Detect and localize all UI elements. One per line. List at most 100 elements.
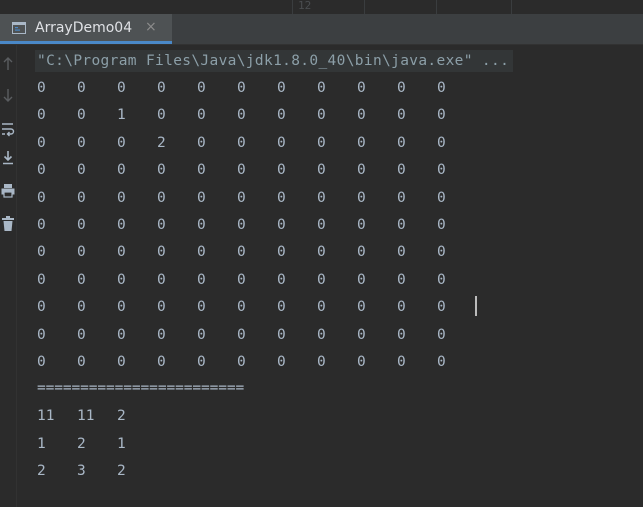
output-value: 0	[317, 271, 326, 288]
output-value: 1	[117, 435, 126, 452]
output-value: 0	[197, 162, 206, 179]
output-value: 0	[397, 80, 406, 96]
output-value: 1	[37, 435, 46, 452]
output-value: 0	[237, 244, 246, 261]
output-value: 0	[397, 271, 406, 288]
output-value: 0	[117, 80, 126, 96]
output-value: 0	[77, 189, 86, 206]
output-value: 0	[277, 134, 286, 151]
output-value: 0	[37, 80, 46, 96]
output-value: 0	[157, 189, 166, 206]
run-tab-label: ArrayDemo04	[35, 20, 133, 36]
output-value: 0	[77, 244, 86, 261]
output-value: 0	[237, 271, 246, 288]
output-value: 0	[237, 189, 246, 206]
output-value: 0	[37, 162, 46, 179]
output-value: 0	[437, 107, 446, 124]
java-command-line[interactable]: "C:\Program Files\Java\jdk1.8.0_40\bin\j…	[35, 50, 514, 72]
print-icon[interactable]	[0, 182, 16, 200]
output-value: 2	[77, 435, 86, 452]
output-value: 0	[77, 354, 86, 370]
output-value: 0	[317, 134, 326, 151]
editor-divider	[364, 0, 365, 14]
output-value: 0	[437, 189, 446, 206]
output-value: 0	[277, 244, 286, 261]
output-value: 0	[277, 299, 286, 316]
output-value: 0	[197, 299, 206, 316]
run-tab[interactable]: ArrayDemo04 ×	[0, 14, 172, 44]
output-value: 0	[117, 217, 126, 233]
output-value: 0	[77, 271, 86, 288]
output-value: 0	[117, 271, 126, 288]
output-value: 2	[37, 463, 46, 479]
output-value: 0	[277, 354, 286, 370]
output-value: 0	[237, 162, 246, 179]
output-value: 0	[317, 107, 326, 124]
output-value: 0	[77, 299, 86, 316]
output-value: 0	[37, 271, 46, 288]
output-value: 0	[237, 217, 246, 233]
output-value: 0	[197, 354, 206, 370]
output-value: 0	[397, 326, 406, 343]
output-value: 0	[437, 134, 446, 151]
output-value: 0	[117, 299, 126, 316]
output-value: 0	[117, 244, 126, 261]
up-arrow-icon[interactable]	[0, 55, 16, 73]
close-icon[interactable]: ×	[145, 18, 157, 36]
output-value: 0	[437, 326, 446, 343]
output-value: 0	[397, 244, 406, 261]
output-value: 3	[77, 463, 86, 479]
output-value: 0	[437, 299, 446, 316]
output-value: 0	[397, 162, 406, 179]
output-value: 0	[277, 107, 286, 124]
down-arrow-icon[interactable]	[0, 86, 16, 104]
text-cursor	[475, 296, 477, 316]
output-value: 0	[237, 80, 246, 96]
output-value: 0	[357, 299, 366, 316]
soft-wrap-icon[interactable]	[0, 120, 16, 138]
output-value: 0	[37, 299, 46, 316]
output-value: 0	[357, 217, 366, 233]
run-tab-bar: ArrayDemo04 ×	[0, 14, 643, 45]
output-value: 0	[317, 162, 326, 179]
output-value: 2	[157, 134, 166, 151]
output-value: 0	[437, 217, 446, 233]
output-value: 0	[357, 326, 366, 343]
output-value: 0	[357, 189, 366, 206]
scroll-to-end-icon[interactable]	[0, 149, 16, 167]
output-value: 0	[197, 326, 206, 343]
output-value: 0	[357, 134, 366, 151]
output-value: 0	[117, 162, 126, 179]
output-value: 0	[317, 80, 326, 96]
output-value: 0	[157, 326, 166, 343]
output-value: 0	[197, 244, 206, 261]
output-value: 0	[277, 189, 286, 206]
console-output[interactable]: "C:\Program Files\Java\jdk1.8.0_40\bin\j…	[24, 48, 634, 503]
output-value: 0	[37, 217, 46, 233]
output-value: 0	[317, 189, 326, 206]
output-value: 0	[317, 354, 326, 370]
output-value: 0	[77, 326, 86, 343]
output-value: 11	[77, 408, 95, 424]
clear-all-icon[interactable]	[0, 215, 16, 233]
output-value: 0	[357, 80, 366, 96]
editor-strip: 12	[0, 0, 643, 14]
output-value: 0	[117, 189, 126, 206]
output-value: 0	[157, 354, 166, 370]
output-value: 0	[397, 189, 406, 206]
output-value: 1	[117, 107, 126, 124]
output-value: 0	[237, 134, 246, 151]
output-value: 2	[117, 463, 126, 479]
output-value: 0	[277, 80, 286, 96]
output-value: 0	[157, 162, 166, 179]
output-value: 0	[157, 107, 166, 124]
output-value: 0	[157, 271, 166, 288]
output-value: 0	[77, 134, 86, 151]
output-value: 0	[397, 299, 406, 316]
output-value: 0	[117, 326, 126, 343]
output-value: 0	[157, 299, 166, 316]
output-value: 0	[37, 107, 46, 124]
output-value: 0	[197, 217, 206, 233]
output-value: 0	[197, 107, 206, 124]
separator-line: ========================	[37, 380, 245, 396]
